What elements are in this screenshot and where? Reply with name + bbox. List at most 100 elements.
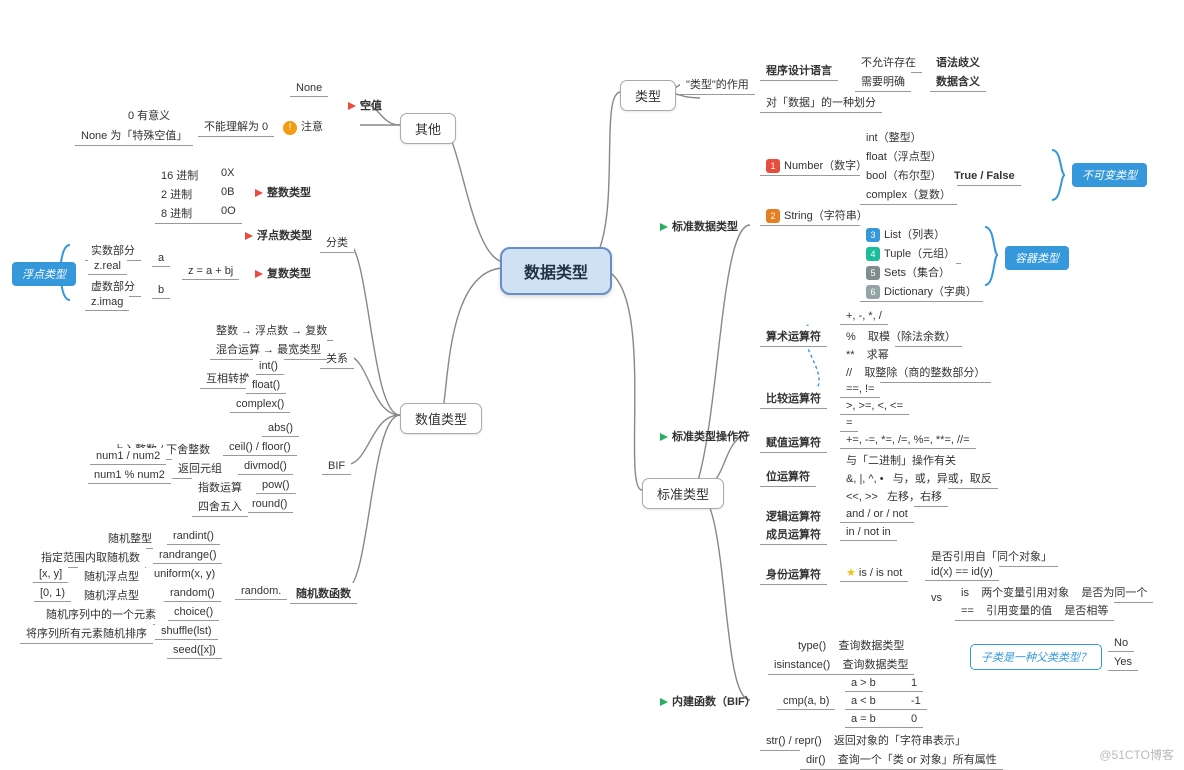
- node-type-role: "类型"的作用: [680, 74, 755, 95]
- node-randrange: randrange(): [153, 547, 222, 564]
- node-uniform-l: 随机浮点型: [78, 566, 145, 587]
- node-vs: vs: [925, 590, 948, 606]
- node-uniform: uniform(x, y): [148, 566, 221, 582]
- node-c2: >, >=, <, <=: [840, 398, 909, 415]
- node-randint: randint(): [167, 528, 220, 545]
- node-t-int: int（整型）: [860, 127, 928, 148]
- node-typef: type() 查询数据类型: [792, 635, 910, 656]
- node-t-complex: complex（复数）: [860, 184, 957, 205]
- node-random-f: random(): [164, 585, 221, 602]
- node-a4: // 取整除（商的整数部分）: [840, 362, 991, 383]
- node-fenlei: 分类: [320, 232, 354, 253]
- node-mem1: in / not in: [840, 524, 897, 541]
- node-rel1: 整数 → 浮点数 → 复数: [210, 320, 333, 341]
- node-std-data: 标准数据类型: [660, 218, 738, 234]
- node-r2b: 需要明确: [855, 71, 911, 92]
- node-pow: pow(): [256, 477, 296, 494]
- callout-float: 浮点类型: [12, 262, 76, 286]
- node-cmp3: a = b0: [845, 711, 923, 728]
- node-div1: num1 / num2: [90, 448, 166, 465]
- node-bif-l: BIF: [322, 458, 351, 475]
- node-isinst: isinstance() 查询数据类型: [768, 654, 914, 675]
- node-floatf: float(): [246, 377, 286, 394]
- node-no: No: [1108, 635, 1134, 652]
- node-a1: +, -, *, /: [840, 308, 888, 325]
- node-t-float: float（浮点型）: [860, 146, 948, 167]
- node-uniform-r: [x, y]: [33, 566, 68, 583]
- node-r1a: 程序设计语言: [760, 60, 838, 81]
- node-choice: choice(): [168, 604, 219, 621]
- node-n4: 4Tuple（元组）: [860, 243, 961, 264]
- node-rand: 随机数函数: [290, 583, 357, 604]
- node-other[interactable]: 其他: [400, 113, 456, 144]
- node-seed: seed([x]): [167, 642, 222, 659]
- node-divmod-l: 返回元组: [172, 458, 228, 479]
- node-member: 成员运算符: [760, 524, 827, 545]
- node-dir: dir() 查询一个「类 or 对象」所有属性: [800, 749, 1003, 770]
- node-bit3: <<, >> 左移，右移: [840, 486, 948, 507]
- node-buneng: 不能理解为 0: [198, 116, 274, 137]
- node-zeq: z = a + bj: [182, 263, 239, 280]
- node-choice-l: 随机序列中的一个元素: [40, 604, 162, 625]
- node-n6: 6Dictionary（字典）: [860, 281, 983, 302]
- node-base16: 16 进制0X: [155, 165, 240, 186]
- node-zreal: z.real: [88, 258, 127, 275]
- node-yes: Yes: [1108, 654, 1138, 671]
- node-as1: +=, -=, *=, /=, %=, **=, //=: [840, 432, 976, 449]
- node-round: round(): [246, 496, 293, 513]
- node-base8: 8 进制0O: [155, 203, 242, 224]
- node-none-special: None 为「特殊空值」: [75, 125, 193, 146]
- node-ident: 身份运算符: [760, 564, 827, 585]
- node-cmp: 比较运算符: [760, 388, 827, 409]
- node-ops: 标准类型操作符: [660, 428, 749, 444]
- node-strrepr: str() / repr() 返回对象的「字符串表示」: [760, 730, 972, 751]
- node-base2: 2 进制0B: [155, 184, 240, 205]
- node-cmp1: a > b1: [845, 675, 923, 692]
- node-arith: 算术运算符: [760, 326, 827, 347]
- node-zhuyi: !注意: [283, 118, 323, 135]
- node-complex-type: 复数类型: [255, 265, 311, 281]
- node-random-l: 随机浮点型: [78, 585, 145, 606]
- node-r1c: 语法歧义: [930, 52, 986, 73]
- node-none: None: [290, 80, 328, 97]
- node-r3: 对「数据」的一种划分: [760, 92, 882, 113]
- node-div2: num1 % num2: [88, 467, 171, 484]
- node-type[interactable]: 类型: [620, 80, 676, 111]
- node-int-type: 整数类型: [255, 184, 311, 200]
- node-randrange-l: 指定范围内取随机数: [35, 547, 146, 568]
- node-n3: 3List（列表）: [860, 224, 951, 245]
- node-za: a: [152, 250, 170, 267]
- node-round-l: 四舍五入: [192, 496, 248, 517]
- node-cmp: cmp(a, b): [777, 693, 835, 710]
- node-random-r: [0, 1): [34, 585, 71, 602]
- node-intf: int(): [253, 358, 284, 375]
- node-logic1: and / or / not: [840, 506, 914, 523]
- node-zb: b: [152, 282, 170, 299]
- watermark: @51CTO博客: [1099, 746, 1174, 763]
- question-subclass: 子类是一种父类类型？: [970, 644, 1102, 670]
- node-c1: ==, !=: [840, 381, 880, 398]
- node-zero: 0 有意义: [122, 105, 176, 126]
- node-rel2: 混合运算 → 最宽类型: [210, 339, 327, 360]
- node-n5: 5Sets（集合）: [860, 262, 956, 283]
- node-assign: 赋值运算符: [760, 432, 827, 453]
- node-numeric[interactable]: 数值类型: [400, 403, 482, 434]
- node-n1: 1Number（数字）: [760, 155, 873, 176]
- node-r1b: 不允许存在: [855, 52, 922, 73]
- node-id2: id(x) == id(y): [925, 564, 999, 581]
- callout-immutable: 不可变类型: [1072, 163, 1147, 187]
- node-shuffle-l: 将序列所有元素随机排序: [20, 623, 153, 644]
- node-shuffle: shuffle(lst): [155, 623, 218, 640]
- node-c3: =: [840, 415, 858, 432]
- node-t-bool: bool（布尔型） True / False: [860, 165, 1021, 186]
- node-n2: 2String（字符串）: [760, 205, 874, 226]
- node-stdtype[interactable]: 标准类型: [642, 478, 724, 509]
- node-abs: abs(): [262, 420, 299, 437]
- node-complexf: complex(): [230, 396, 290, 413]
- node-ceil: ceil() / floor(): [223, 439, 297, 456]
- callout-container: 容器类型: [1005, 246, 1069, 270]
- root-node[interactable]: 数据类型: [500, 247, 612, 295]
- node-pow-l: 指数运算: [192, 477, 248, 498]
- node-kongzhi: 空值: [348, 97, 382, 113]
- node-cmp2: a < b-1: [845, 693, 927, 710]
